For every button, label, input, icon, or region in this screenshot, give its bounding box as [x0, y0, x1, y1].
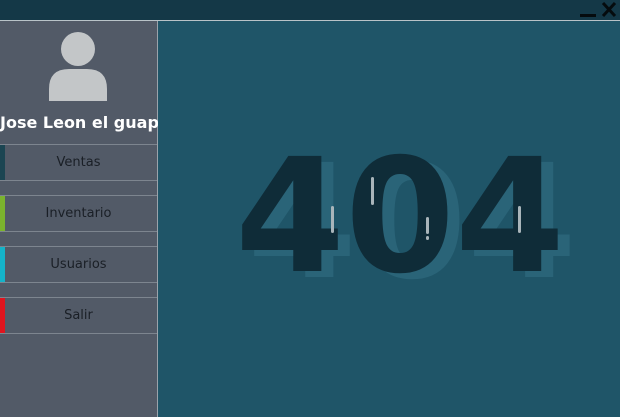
highlight-streak	[518, 206, 521, 233]
error-code: 404	[235, 125, 565, 309]
highlight-streak	[426, 217, 429, 234]
nav-item-label: Ventas	[56, 155, 101, 170]
nav-item-label: Salir	[64, 308, 93, 323]
sidebar: Jose Leon el guapo Ventas Inventario Usu…	[0, 21, 170, 417]
highlight-streak	[426, 236, 429, 240]
highlight-streak	[371, 177, 374, 205]
user-avatar-icon	[49, 32, 107, 101]
nav-item-label: Inventario	[45, 206, 112, 221]
nav-item-label: Usuarios	[50, 257, 107, 272]
nav-item-inventario[interactable]: Inventario	[0, 195, 157, 232]
title-bar	[0, 0, 620, 21]
minimize-button[interactable]	[579, 1, 597, 19]
error-404-illustration: 404 404	[235, 125, 577, 315]
nav-item-salir[interactable]: Salir	[0, 297, 157, 334]
main-panel: 404 404	[158, 21, 620, 417]
nav-item-ventas[interactable]: Ventas	[0, 144, 157, 181]
close-icon	[601, 1, 617, 18]
nav-item-usuarios[interactable]: Usuarios	[0, 246, 157, 283]
close-button[interactable]	[600, 1, 618, 19]
highlight-streak	[331, 206, 334, 233]
minimize-icon	[580, 14, 596, 17]
user-name: Jose Leon el guapo	[0, 113, 170, 132]
